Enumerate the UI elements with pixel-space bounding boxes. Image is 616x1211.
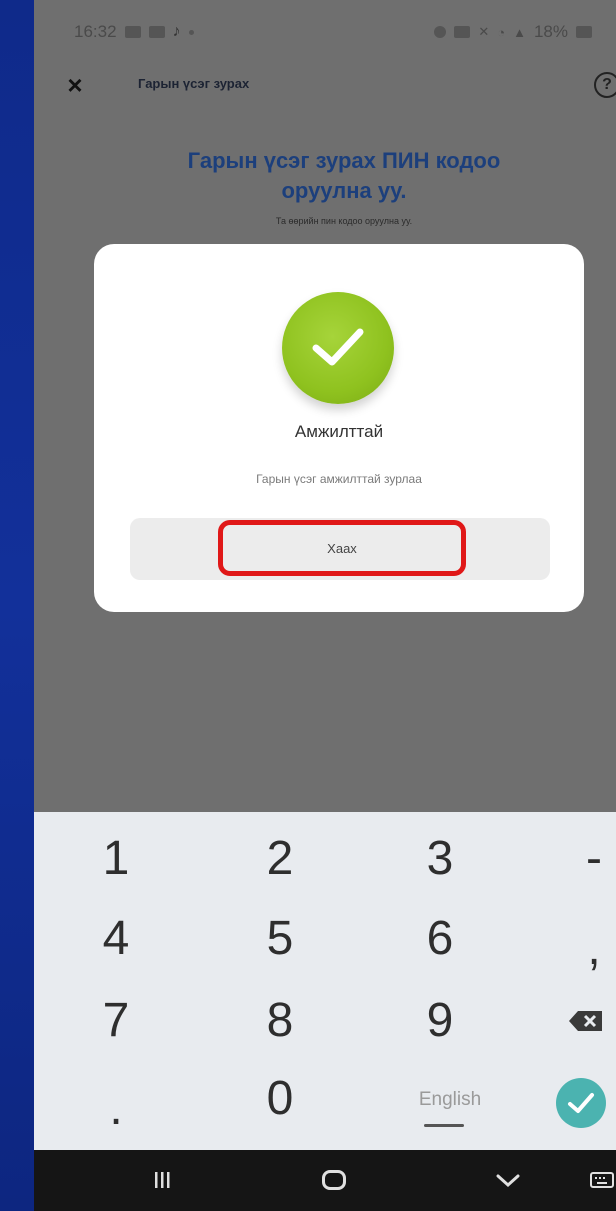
status-left: 16:32 ♪ [74,22,194,42]
notification-icon [454,26,471,38]
alarm-icon [434,26,447,38]
mute-icon: ✕ [478,24,490,39]
pin-heading-line1: Гарын үсэг зурах ПИН кодоо [187,148,501,173]
success-circle [282,292,394,404]
app-bar: × Гарын үсэг зурах ? [34,60,616,110]
phone-screen: 16:32 ♪ ✕ ◔ ▲ 18% × Гарын үсэг зурах ? Г… [34,0,616,1211]
key-5[interactable]: 5 [220,902,340,974]
screen-icon [148,26,165,38]
success-dialog: Амжилттай Гарын үсэг амжилттай зурлаа Ха… [94,244,584,612]
pin-heading-line2: оруулна уу. [281,178,407,203]
key-comma[interactable]: , [534,912,616,984]
recents-icon[interactable] [152,1170,172,1190]
pin-heading: Гарын үсэг зурах ПИН кодоо оруулна уу. [34,146,616,206]
app-title: Гарын үсэг зурах [138,76,250,91]
help-icon[interactable]: ? [594,72,616,98]
dot-icon [188,29,194,35]
key-9[interactable]: 9 [380,984,500,1056]
key-3[interactable]: 3 [380,822,500,894]
tiktok-icon: ♪ [172,23,181,40]
dialog-message: Гарын үсэг амжилттай зурлаа [256,472,422,486]
close-dialog-button[interactable]: Хаах [218,520,466,576]
key-7[interactable]: 7 [56,984,176,1056]
close-icon[interactable]: × [60,70,90,100]
key-8[interactable]: 8 [220,984,340,1056]
status-time: 16:32 [74,22,117,41]
wifi-icon: ◔ [497,24,506,40]
key-4[interactable]: 4 [56,902,176,974]
checkmark-icon [312,328,364,366]
key-2[interactable]: 2 [220,822,340,894]
status-right: ✕ ◔ ▲ 18% [434,22,592,42]
battery-level: 18% [533,22,568,41]
battery-icon [576,26,592,38]
back-icon[interactable] [496,1174,520,1188]
numeric-keyboard: 1 2 3 - 4 5 6 , 7 8 9 . 0 English [34,812,616,1150]
language-underline [424,1124,464,1127]
language-switch[interactable]: English [390,1070,510,1130]
key-0[interactable]: 0 [220,1062,340,1134]
key-period[interactable]: . [56,1072,176,1144]
calendar-icon [124,26,141,38]
signal-icon: ▲ [513,24,526,40]
navigation-bar [34,1150,616,1211]
status-bar: 16:32 ♪ ✕ ◔ ▲ 18% [34,12,616,52]
backspace-icon[interactable] [568,1010,604,1037]
key-minus[interactable]: - [534,822,616,894]
done-icon[interactable] [556,1078,606,1128]
pin-subheading: Та өөрийн пин кодоо оруулна уу. [275,216,413,226]
home-icon[interactable] [322,1170,346,1190]
key-6[interactable]: 6 [380,902,500,974]
keyboard-icon[interactable] [590,1172,614,1188]
key-1[interactable]: 1 [56,822,176,894]
dialog-title: Амжилттай [294,422,384,441]
